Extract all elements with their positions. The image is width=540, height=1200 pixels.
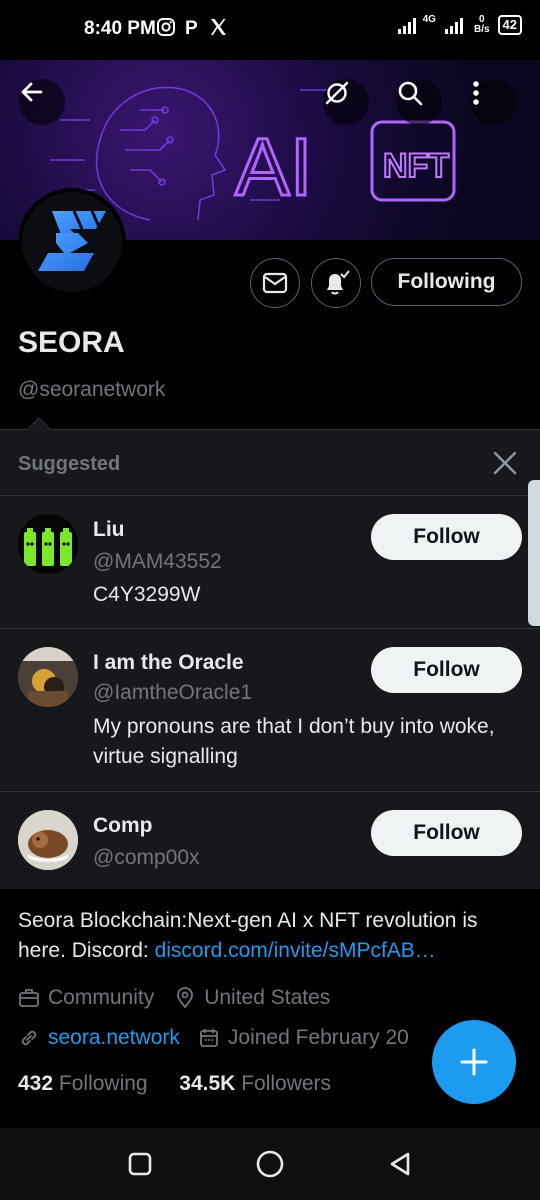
data-rate: 0 B/s xyxy=(473,14,490,35)
system-nav-bar xyxy=(0,1128,540,1200)
bell-check-icon xyxy=(327,270,350,295)
signal-icon-2 xyxy=(444,18,463,34)
joined-label: Joined February 20 xyxy=(227,1026,409,1049)
account-bio: C4Y3299W xyxy=(93,583,201,606)
seora-logo-icon xyxy=(38,210,106,271)
battery-indicator: 42 xyxy=(497,15,522,35)
batteries-image-icon xyxy=(18,514,78,574)
recents-button[interactable] xyxy=(122,1146,158,1182)
link-icon xyxy=(21,1030,37,1046)
website-link[interactable]: seora.network xyxy=(48,1026,180,1050)
location-icon xyxy=(177,987,194,1009)
search-icon xyxy=(398,81,423,106)
back-arrow-icon xyxy=(21,82,43,102)
profile-handle: @seoranetwork xyxy=(18,378,166,401)
category-label: Community xyxy=(48,986,155,1009)
account-name[interactable]: I am the Oracle xyxy=(93,651,244,675)
meta-row-2: seora.network Joined February 20 xyxy=(18,1026,409,1050)
suggested-panel: Suggested Liu @MAM43552 C4Y3299W Follow xyxy=(0,429,540,889)
profile-name: SEORA xyxy=(18,326,125,359)
suggested-account-row[interactable]: Comp @comp00x Follow xyxy=(0,791,540,890)
follow-button[interactable]: Follow xyxy=(371,514,522,560)
suggested-title: Suggested xyxy=(18,453,121,475)
profile-avatar[interactable] xyxy=(18,188,126,296)
pinterest-icon: P xyxy=(185,18,198,37)
discord-link[interactable]: discord.com/invite/sMPcfAB… xyxy=(155,939,436,962)
message-button[interactable] xyxy=(250,258,300,308)
follow-stats: 432 Following 34.5K Followers xyxy=(18,1072,331,1096)
signal-icon xyxy=(397,18,416,34)
avatar[interactable] xyxy=(18,514,78,574)
account-handle: @IamtheOracle1 xyxy=(93,681,253,704)
account-handle: @comp00x xyxy=(93,846,200,869)
oracle-photo-icon xyxy=(18,647,78,707)
banner-ai-text: AI xyxy=(235,122,312,213)
profile-bio: Seora Blockchain:Next-gen AI x NFT revol… xyxy=(18,909,478,962)
suggested-account-row[interactable]: I am the Oracle @IamtheOracle1 My pronou… xyxy=(0,628,540,791)
search-button[interactable] xyxy=(396,79,442,125)
follow-button[interactable]: Follow xyxy=(371,647,522,693)
following-stat[interactable]: 432 Following xyxy=(18,1072,148,1095)
triangle-back-icon xyxy=(390,1152,410,1176)
status-bar: 8:40 PM P 4G 0 B/s 42 xyxy=(0,0,540,60)
notifications-button[interactable] xyxy=(311,258,361,308)
following-button[interactable]: Following xyxy=(371,258,522,306)
plus-icon xyxy=(460,1048,488,1076)
suggested-account-row[interactable]: Liu @MAM43552 C4Y3299W Follow xyxy=(0,495,540,628)
account-bio: My pronouns are that I don’t buy into wo… xyxy=(93,715,495,768)
circle-icon xyxy=(256,1150,284,1178)
back-button[interactable] xyxy=(19,79,65,125)
followers-stat[interactable]: 34.5K Followers xyxy=(179,1072,331,1095)
x-logo-icon xyxy=(211,19,226,35)
compose-button[interactable] xyxy=(432,1020,516,1104)
instagram-icon xyxy=(157,18,175,36)
square-icon xyxy=(128,1152,152,1176)
account-name[interactable]: Liu xyxy=(93,518,125,542)
meta-row-1: Community United States xyxy=(18,986,330,1010)
calendar-icon xyxy=(200,1029,218,1047)
account-handle: @MAM43552 xyxy=(93,550,222,573)
dog-photo-icon xyxy=(18,810,78,870)
more-options-button[interactable] xyxy=(471,79,517,125)
network-type: 4G xyxy=(422,14,436,25)
scrollbar[interactable] xyxy=(528,480,540,626)
avatar[interactable] xyxy=(18,647,78,707)
mail-icon xyxy=(262,272,288,294)
grok-icon xyxy=(325,81,349,105)
status-time: 8:40 PM xyxy=(84,18,156,39)
grok-button[interactable] xyxy=(323,79,369,125)
home-button[interactable] xyxy=(252,1146,288,1182)
location-label: United States xyxy=(204,986,331,1009)
back-nav-button[interactable] xyxy=(382,1146,418,1182)
briefcase-icon xyxy=(19,989,39,1007)
follow-button[interactable]: Follow xyxy=(371,810,522,856)
avatar[interactable] xyxy=(18,810,78,870)
account-name[interactable]: Comp xyxy=(93,814,153,838)
svg-text:P: P xyxy=(185,18,198,37)
more-vertical-icon xyxy=(473,81,479,105)
close-icon[interactable] xyxy=(492,450,518,476)
banner-nft-text: NFT xyxy=(383,147,449,185)
